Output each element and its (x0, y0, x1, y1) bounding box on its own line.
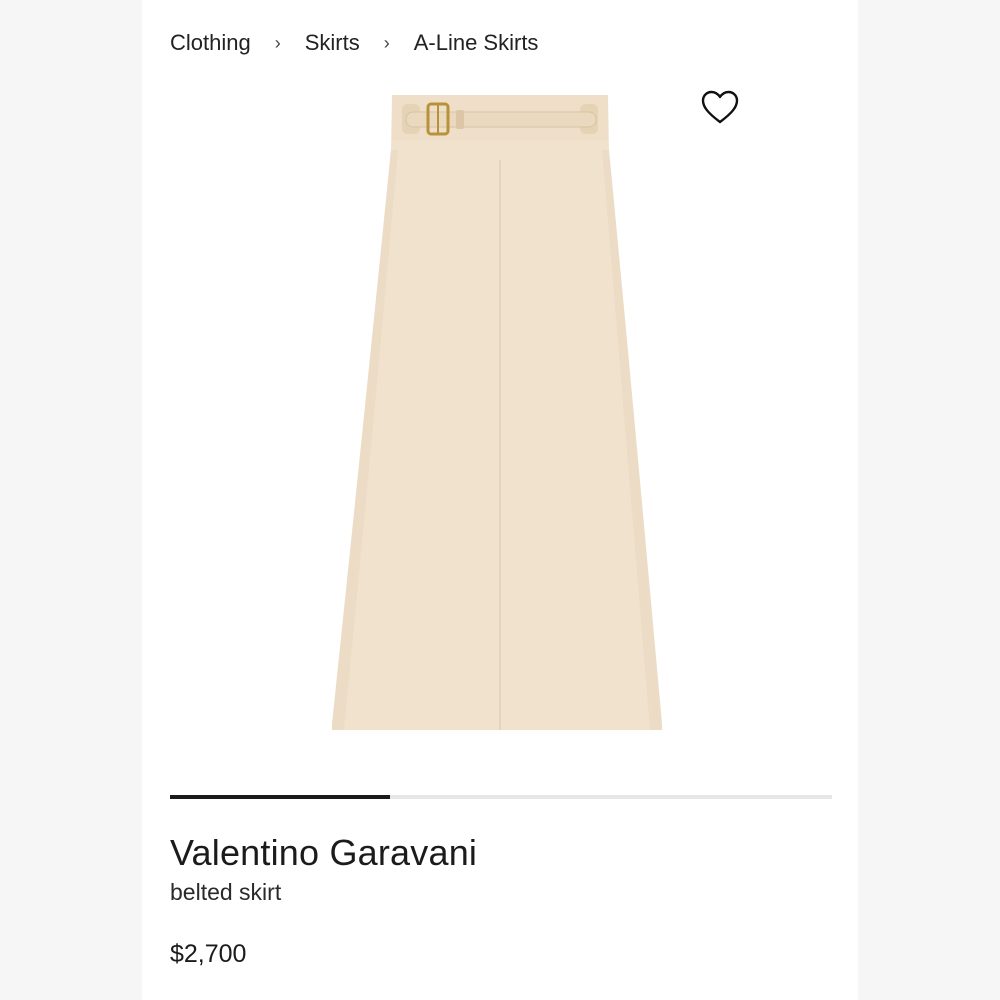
breadcrumb: Clothing › Skirts › A-Line Skirts (170, 30, 538, 56)
breadcrumb-separator-icon: › (383, 32, 390, 53)
breadcrumb-item-skirts[interactable]: Skirts (305, 30, 360, 56)
product-name: belted skirt (170, 879, 282, 905)
right-margin (858, 0, 1000, 1000)
skirt-image (332, 95, 662, 730)
breadcrumb-separator-icon: › (274, 32, 281, 53)
left-margin (0, 0, 142, 1000)
product-price: $2,700 (170, 940, 247, 968)
product-brand: Valentino Garavani (170, 832, 478, 873)
breadcrumb-item-a-line-skirts[interactable]: A-Line Skirts (414, 30, 539, 56)
breadcrumb-item-clothing[interactable]: Clothing (170, 30, 251, 56)
gallery-progress-bar (170, 795, 832, 799)
product-image[interactable] (332, 90, 668, 740)
heart-outline-icon (701, 90, 739, 124)
favorite-button[interactable] (700, 88, 740, 128)
product-page: Clothing › Skirts › A-Line Skirts Valent… (142, 0, 858, 1000)
gallery-progress-fill (170, 795, 391, 799)
